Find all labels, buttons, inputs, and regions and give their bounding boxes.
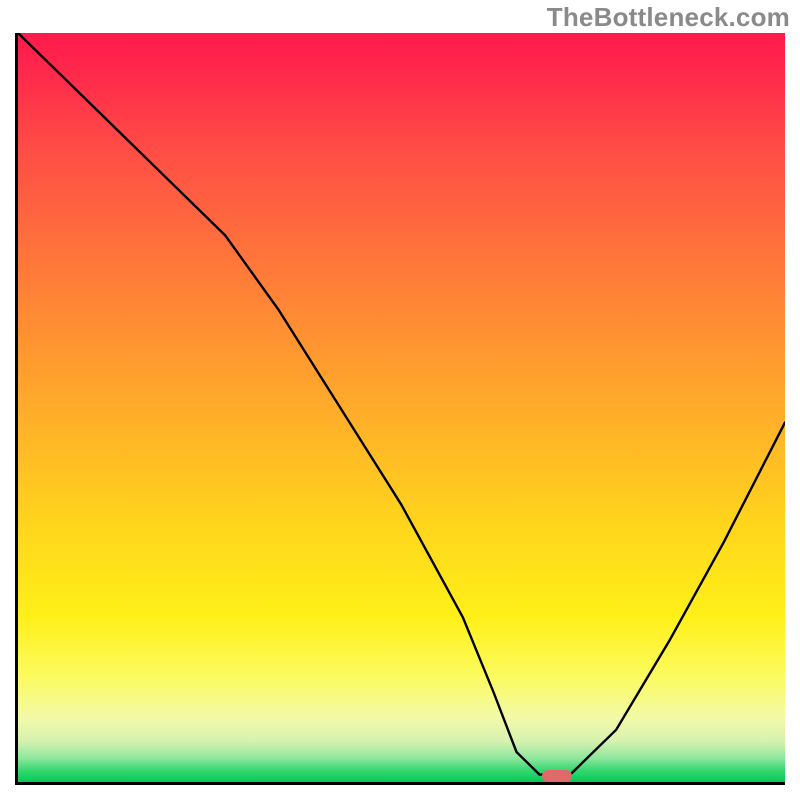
watermark-text: TheBottleneck.com [547, 2, 790, 33]
bottleneck-curve [18, 33, 785, 782]
chart-frame: TheBottleneck.com [0, 0, 800, 800]
curve-path [18, 33, 785, 775]
optimal-marker [542, 770, 573, 782]
plot-area [15, 33, 785, 785]
